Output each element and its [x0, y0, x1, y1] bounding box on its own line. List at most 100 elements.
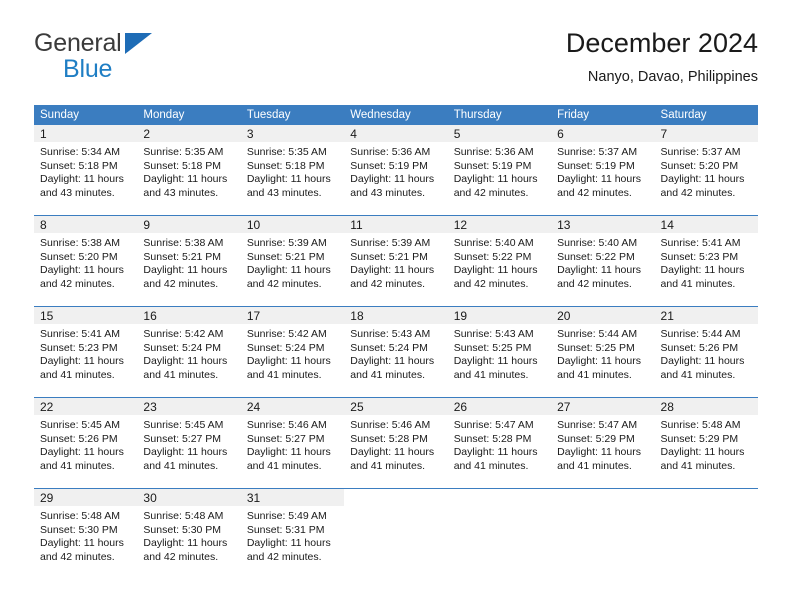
- sunrise-time: Sunrise: 5:46 AM: [350, 419, 431, 431]
- day-cell[interactable]: 20 Sunrise: 5:44 AM Sunset: 5:25 PM Dayligh…: [551, 307, 655, 397]
- day-cell[interactable]: 23 Sunrise: 5:45 AM Sunset: 5:27 PM Dayligh…: [137, 398, 241, 488]
- calendar-grid: Sunday Monday Tuesday Wednesday Thursday Frid…: [34, 105, 758, 579]
- day-cell[interactable]: 7 Sunrise: 5:37 AM Sunset: 5:20 PM Daylight…: [654, 125, 758, 215]
- daylight-duration: Daylight: 11 hours and 41 minutes.: [40, 446, 124, 472]
- sunrise-time: Sunrise: 5:37 AM: [660, 146, 741, 158]
- day-info: Sunrise: 5:46 AM Sunset: 5:27 PM Daylight:…: [241, 415, 344, 473]
- sunset-time: Sunset: 5:18 PM: [246, 159, 325, 172]
- day-cell[interactable]: 6 Sunrise: 5:37 AM Sunset: 5:19 PM Daylight…: [551, 125, 655, 215]
- calendar-page: General Blue December 2024 Nanyo, Davao,…: [0, 0, 792, 612]
- day-cell[interactable]: 9 Sunrise: 5:38 AM Sunset: 5:21 PM Daylight…: [137, 216, 241, 306]
- day-cell[interactable]: 10 Sunrise: 5:39 AM Sunset: 5:21 PM Dayligh…: [240, 216, 345, 306]
- day-number-band: 7: [654, 125, 758, 142]
- day-number-band: [344, 489, 447, 506]
- day-cell[interactable]: 17 Sunrise: 5:42 AM Sunset: 5:24 PM Dayligh…: [240, 307, 345, 397]
- day-cell[interactable]: 1 Sunrise: 5:34 AM Sunset: 5:18 PM Daylight…: [34, 125, 138, 215]
- day-info: Sunrise: 5:49 AM Sunset: 5:31 PM Daylight:…: [241, 506, 344, 564]
- sunrise-time: Sunrise: 5:40 AM: [557, 237, 638, 249]
- day-info: Sunrise: 5:36 AM Sunset: 5:19 PM Daylight:…: [448, 142, 551, 200]
- sunrise-time: Sunrise: 5:34 AM: [40, 146, 120, 158]
- day-cell[interactable]: 21 Sunrise: 5:44 AM Sunset: 5:26 PM Dayligh…: [654, 307, 758, 397]
- day-number: 14: [660, 218, 674, 232]
- day-number: 17: [246, 309, 261, 323]
- daylight-duration: Daylight: 11 hours and 41 minutes.: [350, 446, 435, 472]
- day-number: 20: [557, 309, 571, 323]
- day-info: Sunrise: 5:47 AM Sunset: 5:28 PM Daylight:…: [448, 415, 551, 473]
- daylight-duration: Daylight: 11 hours and 41 minutes.: [557, 446, 641, 472]
- day-number: 4: [350, 127, 357, 141]
- sunset-time: Sunset: 5:28 PM: [453, 432, 532, 445]
- day-number-band: [655, 489, 758, 506]
- day-info: Sunrise: 5:45 AM Sunset: 5:26 PM Daylight:…: [34, 415, 137, 473]
- page-header: General Blue December 2024 Nanyo, Davao,…: [34, 26, 758, 96]
- day-cell[interactable]: 4 Sunrise: 5:36 AM Sunset: 5:19 PM Daylight…: [344, 125, 448, 215]
- day-cell[interactable]: 29 Sunrise: 5:48 AM Sunset: 5:30 PM Dayligh…: [34, 489, 138, 579]
- day-cell[interactable]: 18 Sunrise: 5:43 AM Sunset: 5:24 PM Dayligh…: [344, 307, 448, 397]
- day-number-band: 2: [137, 125, 241, 142]
- day-number-band: 25: [344, 398, 448, 415]
- daylight-duration: Daylight: 11 hours and 43 minutes.: [143, 173, 228, 199]
- day-number-band: 15: [34, 307, 138, 324]
- sunrise-time: Sunrise: 5:43 AM: [350, 328, 431, 340]
- day-cell[interactable]: 25 Sunrise: 5:46 AM Sunset: 5:28 PM Dayligh…: [344, 398, 448, 488]
- day-cell[interactable]: 31 Sunrise: 5:49 AM Sunset: 5:31 PM Dayligh…: [240, 489, 345, 579]
- day-cell[interactable]: 3 Sunrise: 5:35 AM Sunset: 5:18 PM Daylight…: [240, 125, 345, 215]
- daylight-duration: Daylight: 11 hours and 41 minutes.: [557, 355, 641, 381]
- day-number-band: 14: [654, 216, 758, 233]
- day-cell[interactable]: 30 Sunrise: 5:48 AM Sunset: 5:30 PM Dayligh…: [137, 489, 241, 579]
- day-info: Sunrise: 5:41 AM Sunset: 5:23 PM Daylight:…: [34, 324, 137, 382]
- sunset-time: Sunset: 5:25 PM: [453, 341, 532, 354]
- day-number-band: 5: [447, 125, 552, 142]
- day-info: Sunrise: 5:41 AM Sunset: 5:23 PM Daylight:…: [655, 233, 758, 291]
- day-cell[interactable]: 28 Sunrise: 5:48 AM Sunset: 5:29 PM Dayligh…: [654, 398, 758, 488]
- day-cell[interactable]: 24 Sunrise: 5:46 AM Sunset: 5:27 PM Dayligh…: [240, 398, 345, 488]
- day-number: 8: [40, 218, 47, 232]
- day-cell[interactable]: 26 Sunrise: 5:47 AM Sunset: 5:28 PM Dayligh…: [447, 398, 552, 488]
- sunset-time: Sunset: 5:24 PM: [350, 341, 428, 354]
- day-cell[interactable]: 11 Sunrise: 5:39 AM Sunset: 5:21 PM Dayligh…: [344, 216, 448, 306]
- day-cell[interactable]: 2 Sunrise: 5:35 AM Sunset: 5:18 PM Daylight…: [137, 125, 241, 215]
- day-number: 31: [246, 491, 261, 505]
- day-info: Sunrise: 5:47 AM Sunset: 5:29 PM Daylight:…: [551, 415, 654, 473]
- logo-text-blue: Blue: [63, 55, 113, 83]
- day-number-band: 28: [654, 398, 758, 415]
- day-number-band: 1: [34, 125, 138, 142]
- daylight-duration: Daylight: 11 hours and 42 minutes.: [350, 264, 435, 290]
- sunrise-time: Sunrise: 5:40 AM: [453, 237, 534, 249]
- sunset-time: Sunset: 5:23 PM: [660, 250, 739, 263]
- sunset-time: Sunset: 5:30 PM: [143, 523, 222, 536]
- day-cell[interactable]: 14 Sunrise: 5:41 AM Sunset: 5:23 PM Dayligh…: [654, 216, 758, 306]
- day-cell-empty: [551, 489, 654, 579]
- day-cell[interactable]: 16 Sunrise: 5:42 AM Sunset: 5:24 PM Dayligh…: [137, 307, 241, 397]
- sunrise-time: Sunrise: 5:42 AM: [143, 328, 224, 340]
- day-cell[interactable]: 5 Sunrise: 5:36 AM Sunset: 5:19 PM Daylight…: [447, 125, 552, 215]
- day-cell[interactable]: 22 Sunrise: 5:45 AM Sunset: 5:26 PM Dayligh…: [34, 398, 138, 488]
- sunrise-time: Sunrise: 5:38 AM: [143, 237, 224, 249]
- day-cell[interactable]: 12 Sunrise: 5:40 AM Sunset: 5:22 PM Dayligh…: [447, 216, 552, 306]
- day-number-band: 30: [137, 489, 241, 506]
- daylight-duration: Daylight: 11 hours and 42 minutes.: [246, 537, 331, 563]
- day-number: 11: [350, 218, 363, 232]
- day-number-band: 13: [551, 216, 655, 233]
- sunset-time: Sunset: 5:27 PM: [143, 432, 222, 445]
- day-number: 25: [350, 400, 364, 414]
- day-cell[interactable]: 8 Sunrise: 5:38 AM Sunset: 5:20 PM Daylight…: [34, 216, 138, 306]
- sunrise-time: Sunrise: 5:39 AM: [246, 237, 327, 249]
- day-info: Sunrise: 5:46 AM Sunset: 5:28 PM Daylight:…: [344, 415, 447, 473]
- sunset-time: Sunset: 5:28 PM: [350, 432, 428, 445]
- calendar-body: 1 Sunrise: 5:34 AM Sunset: 5:18 PM Daylight…: [34, 125, 758, 579]
- daylight-duration: Daylight: 11 hours and 43 minutes.: [350, 173, 435, 199]
- day-cell[interactable]: 13 Sunrise: 5:40 AM Sunset: 5:22 PM Dayligh…: [551, 216, 655, 306]
- sunrise-time: Sunrise: 5:45 AM: [143, 419, 224, 431]
- sunset-time: Sunset: 5:30 PM: [40, 523, 118, 536]
- sunset-time: Sunset: 5:24 PM: [143, 341, 222, 354]
- daylight-duration: Daylight: 11 hours and 42 minutes.: [40, 264, 124, 290]
- day-cell[interactable]: 27 Sunrise: 5:47 AM Sunset: 5:29 PM Dayligh…: [551, 398, 655, 488]
- general-blue-logo: General Blue: [34, 30, 234, 88]
- day-number: 28: [660, 400, 674, 414]
- day-cell[interactable]: 19 Sunrise: 5:43 AM Sunset: 5:25 PM Dayligh…: [447, 307, 552, 397]
- day-cell[interactable]: 15 Sunrise: 5:41 AM Sunset: 5:23 PM Dayligh…: [34, 307, 138, 397]
- day-number-band: 8: [34, 216, 138, 233]
- sunset-time: Sunset: 5:21 PM: [246, 250, 325, 263]
- sunrise-time: Sunrise: 5:44 AM: [557, 328, 638, 340]
